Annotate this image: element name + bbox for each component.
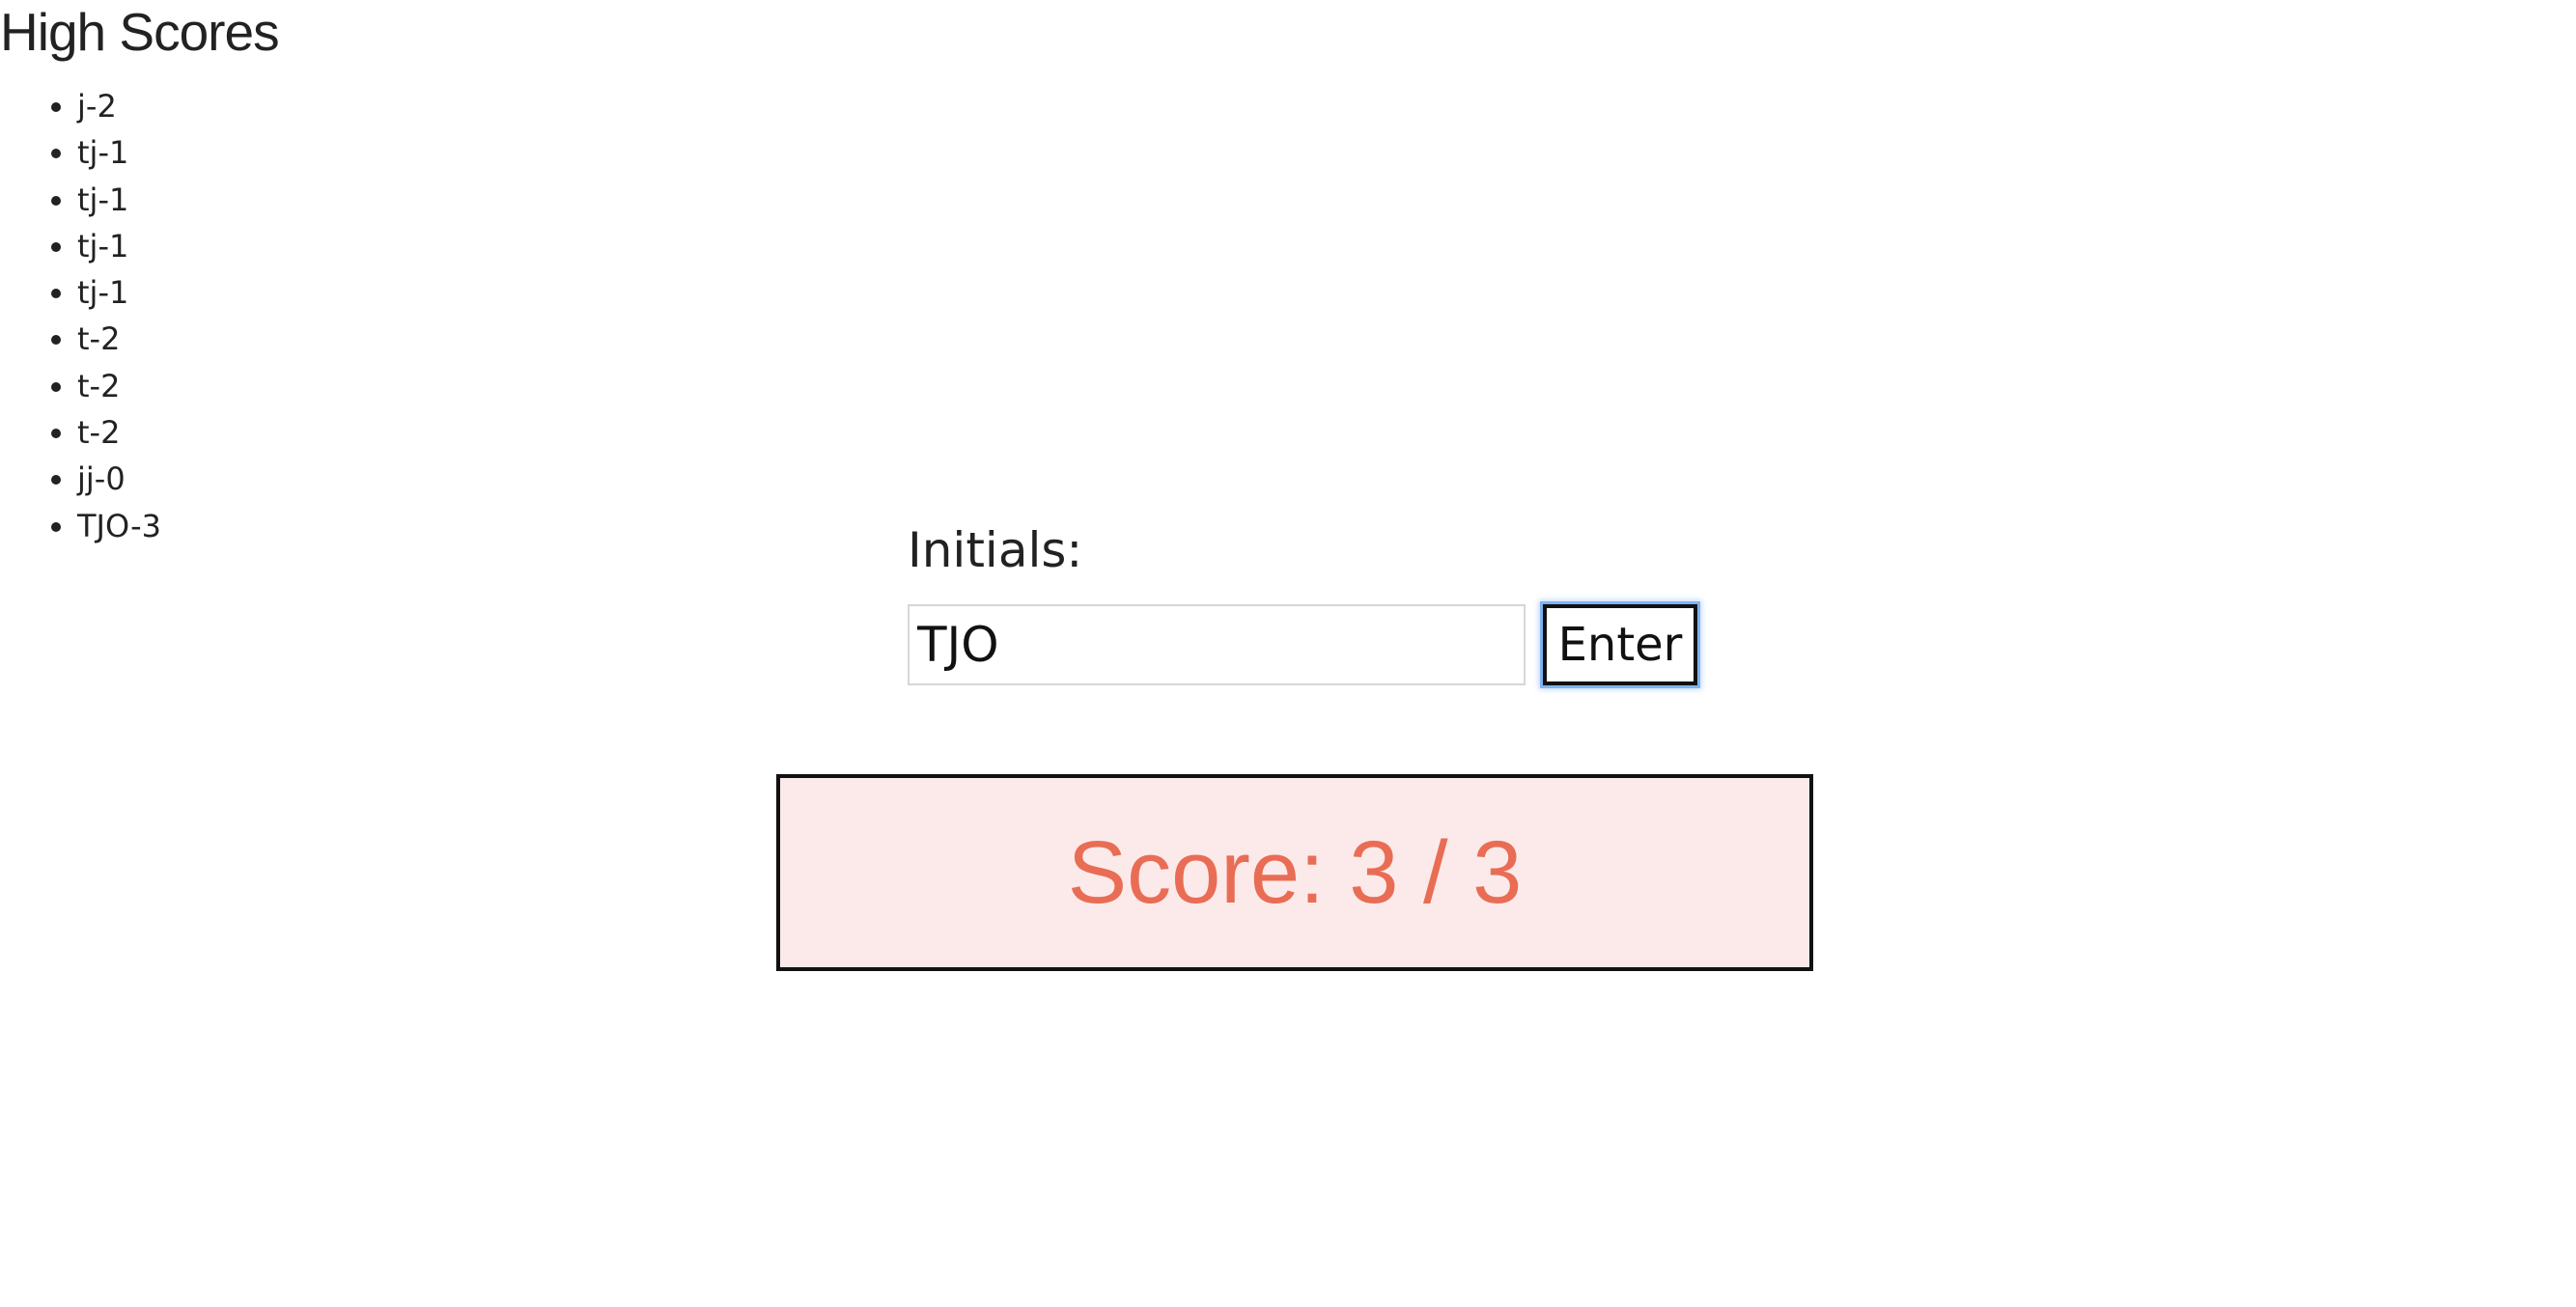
list-item: j-2 — [77, 83, 161, 129]
list-item: t-2 — [77, 316, 161, 362]
list-item: tj-1 — [77, 269, 161, 316]
score-text: Score: 3 / 3 — [1067, 823, 1523, 922]
list-item: TJO-3 — [77, 503, 161, 549]
list-item: tj-1 — [77, 129, 161, 176]
list-item: tj-1 — [77, 223, 161, 269]
list-item: tj-1 — [77, 177, 161, 223]
list-item: t-2 — [77, 409, 161, 456]
high-scores-list: j-2 tj-1 tj-1 tj-1 tj-1 t-2 t-2 t-2 jj-0… — [0, 83, 161, 549]
enter-button[interactable]: Enter — [1543, 604, 1697, 685]
initials-input[interactable] — [908, 604, 1526, 685]
high-scores-heading: High Scores — [0, 2, 280, 62]
score-panel: Score: 3 / 3 — [776, 774, 1813, 971]
list-item: jj-0 — [77, 456, 161, 502]
initials-label: Initials: — [908, 522, 1083, 578]
list-item: t-2 — [77, 363, 161, 409]
